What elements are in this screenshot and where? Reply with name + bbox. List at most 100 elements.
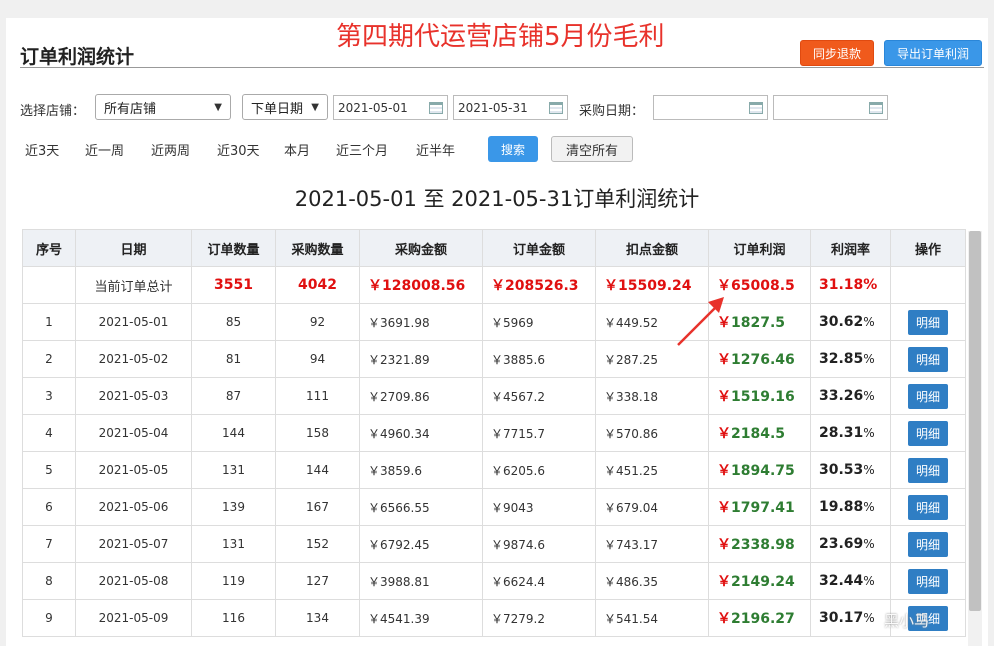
total-label: 当前订单总计	[75, 266, 192, 304]
detail-button[interactable]: 明细	[907, 457, 948, 483]
row-index: 5	[22, 451, 76, 489]
detail-button[interactable]: 明细	[907, 309, 948, 335]
col-header: 订单金额	[482, 229, 596, 267]
col-header: 日期	[75, 229, 192, 267]
calendar-icon[interactable]	[549, 101, 563, 114]
row-order-amount: ￥9874.6	[482, 525, 596, 563]
row-order-amount: ￥6205.6	[482, 451, 596, 489]
quick-range-3days[interactable]: 近3天	[25, 140, 59, 159]
row-profit: ￥2338.98	[708, 525, 811, 563]
row-order-amount: ￥6624.4	[482, 562, 596, 600]
export-profit-button[interactable]: 导出订单利润	[884, 40, 982, 66]
date-type-select[interactable]: 下单日期 ▼	[242, 94, 328, 120]
currency-symbol: ￥	[717, 315, 731, 331]
row-purchases: 158	[275, 414, 360, 452]
quick-range-30days[interactable]: 近30天	[217, 140, 260, 159]
sync-refund-button[interactable]: 同步退款	[800, 40, 874, 66]
row-profit: ￥2184.5	[708, 414, 811, 452]
calendar-icon[interactable]	[869, 101, 883, 114]
row-orders: 116	[191, 599, 276, 637]
start-date-input[interactable]: 2021-05-01	[333, 95, 448, 120]
row-deduction: ￥541.54	[595, 599, 709, 637]
row-order-amount: ￥9043	[482, 488, 596, 526]
row-purchase-amount: ￥2709.86	[359, 377, 483, 415]
store-select[interactable]: 所有店铺 ▼	[95, 94, 231, 120]
detail-button[interactable]: 明细	[907, 383, 948, 409]
row-rate: 30.53%	[810, 451, 891, 489]
currency-symbol: ￥	[717, 574, 731, 590]
detail-button[interactable]: 明细	[907, 494, 948, 520]
row-deduction: ￥679.04	[595, 488, 709, 526]
row-action: 明细	[890, 377, 966, 415]
row-rate: 23.69%	[810, 525, 891, 563]
detail-button[interactable]: 明细	[907, 346, 948, 372]
purchase-date-label: 采购日期：	[579, 104, 645, 119]
row-order-amount: ￥3885.6	[482, 340, 596, 378]
table-scrollbar[interactable]	[968, 231, 982, 646]
row-profit: ￥1894.75	[708, 451, 811, 489]
row-deduction: ￥570.86	[595, 414, 709, 452]
row-orders: 85	[191, 303, 276, 341]
row-purchases: 92	[275, 303, 360, 341]
calendar-icon[interactable]	[429, 101, 443, 114]
col-header: 利润率	[810, 229, 891, 267]
row-profit-value: 1894.75	[731, 463, 795, 479]
row-purchases: 111	[275, 377, 360, 415]
row-orders: 131	[191, 451, 276, 489]
scrollbar-thumb[interactable]	[969, 231, 981, 611]
row-orders: 81	[191, 340, 276, 378]
row-action: 明细	[890, 525, 966, 563]
row-orders: 144	[191, 414, 276, 452]
purchase-start-date-input[interactable]	[653, 95, 768, 120]
row-rate-value: 32.44	[819, 573, 864, 589]
watermark: 黑小马	[884, 612, 930, 630]
row-action: 明细	[890, 414, 966, 452]
row-index: 6	[22, 488, 76, 526]
row-date: 2021-05-06	[75, 488, 192, 526]
detail-button[interactable]: 明细	[907, 531, 948, 557]
clear-all-button[interactable]: 清空所有	[551, 136, 633, 162]
row-index: 4	[22, 414, 76, 452]
percent-symbol: %	[863, 315, 875, 329]
row-rate: 32.85%	[810, 340, 891, 378]
quick-range-3months[interactable]: 近三个月	[336, 140, 388, 159]
row-action: 明细	[890, 303, 966, 341]
row-profit-value: 2149.24	[731, 574, 795, 590]
row-purchases: 134	[275, 599, 360, 637]
col-header: 扣点金额	[595, 229, 709, 267]
row-profit: ￥1519.16	[708, 377, 811, 415]
quick-range-2weeks[interactable]: 近两周	[151, 140, 190, 159]
percent-symbol: %	[863, 537, 875, 551]
percent-symbol: %	[863, 389, 875, 403]
currency-symbol: ￥	[717, 426, 731, 442]
row-deduction: ￥338.18	[595, 377, 709, 415]
currency-symbol: ￥	[717, 389, 731, 405]
row-rate: 32.44%	[810, 562, 891, 600]
row-rate-value: 23.69	[819, 536, 864, 552]
quick-range-this-month[interactable]: 本月	[284, 140, 310, 159]
row-purchases: 144	[275, 451, 360, 489]
end-date-input[interactable]: 2021-05-31	[453, 95, 568, 120]
col-header: 订单数量	[191, 229, 276, 267]
row-action: 明细	[890, 340, 966, 378]
col-header: 订单利润	[708, 229, 811, 267]
row-index: 1	[22, 303, 76, 341]
total-purchase-amount: ￥128008.56	[359, 266, 483, 304]
row-deduction: ￥486.35	[595, 562, 709, 600]
row-purchases: 152	[275, 525, 360, 563]
row-rate-value: 28.31	[819, 425, 864, 441]
quick-range-1week[interactable]: 近一周	[85, 140, 124, 159]
row-date: 2021-05-01	[75, 303, 192, 341]
purchase-end-date-input[interactable]	[773, 95, 888, 120]
total-profit: ￥65008.5	[708, 266, 811, 304]
search-button[interactable]: 搜索	[488, 136, 538, 162]
row-purchase-amount: ￥2321.89	[359, 340, 483, 378]
row-order-amount: ￥7715.7	[482, 414, 596, 452]
percent-symbol: %	[863, 574, 875, 588]
detail-button[interactable]: 明细	[907, 568, 948, 594]
calendar-icon[interactable]	[749, 101, 763, 114]
quick-range-half-year[interactable]: 近半年	[416, 140, 455, 159]
total-orders: 3551	[191, 266, 276, 304]
row-deduction: ￥287.25	[595, 340, 709, 378]
detail-button[interactable]: 明细	[907, 420, 948, 446]
